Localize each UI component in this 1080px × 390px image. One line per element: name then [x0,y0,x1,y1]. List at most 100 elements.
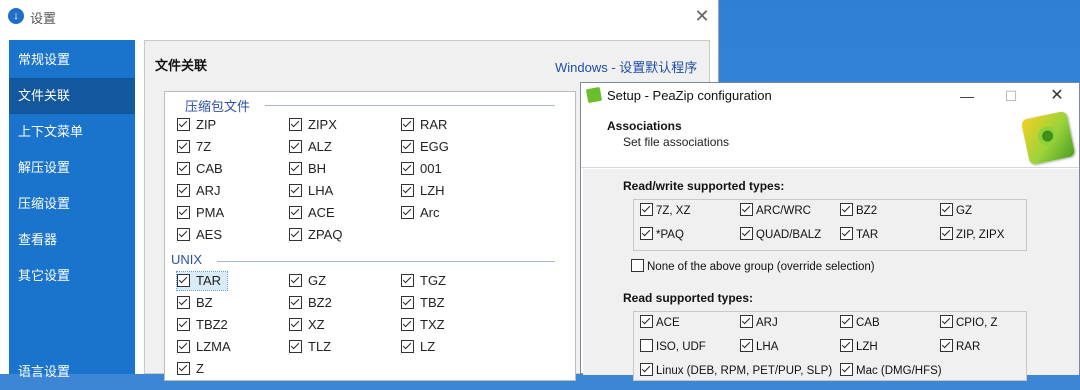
file-type-checkbox[interactable]: ACE [289,204,335,222]
rw-types-group: 7Z, XZ ARC/WRC BZ2 GZ *PAQ QUAD/BALZ TAR ZIP, Z… [633,199,1027,251]
sidebar-item-file-association[interactable]: 文件关联 [9,78,135,114]
file-type-checkbox[interactable]: TXZ [401,316,445,334]
checkbox-box [401,206,414,219]
file-type-checkbox[interactable]: CAB [840,315,880,331]
file-type-checkbox[interactable]: LHA [740,339,778,355]
sidebar-item-extract[interactable]: 解压设置 [9,150,135,186]
file-type-checkbox[interactable]: CPIO, Z [940,315,998,331]
checkbox-label: TBZ [420,295,445,310]
checkbox-box [740,203,753,216]
sidebar-item-other[interactable]: 其它设置 [9,258,135,294]
file-type-checkbox[interactable]: ZIP [177,116,216,134]
checkbox-box [940,203,953,216]
file-type-checkbox[interactable]: ARJ [177,182,221,200]
file-type-checkbox[interactable]: Arc [401,204,440,222]
file-type-checkbox[interactable]: CAB [177,160,223,178]
file-type-checkbox[interactable]: ACE [640,315,680,331]
checkbox-box [289,274,302,287]
rw-types-title: Read/write supported types: [623,179,785,193]
group-divider [265,105,555,106]
file-type-checkbox[interactable]: ZPAQ [289,226,342,244]
checkbox-box [289,340,302,353]
maximize-icon[interactable]: ☐ [999,85,1023,107]
file-type-checkbox[interactable]: QUAD/BALZ [740,227,821,243]
checkbox-label: TLZ [308,339,332,354]
file-type-checkbox[interactable]: Linux (DEB, RPM, PET/PUP, SLP) [640,363,832,379]
file-type-checkbox[interactable]: *PAQ [640,227,684,243]
sidebar-item-compress[interactable]: 压缩设置 [9,186,135,222]
file-type-checkbox[interactable]: 7Z, XZ [640,203,691,219]
file-type-checkbox[interactable]: RAR [401,116,447,134]
file-type-checkbox[interactable]: LZMA [177,338,231,356]
file-type-checkbox[interactable]: TLZ [289,338,331,356]
file-type-checkbox[interactable]: TBZ2 [177,316,228,334]
checkbox-label: ACE [308,205,335,220]
file-type-checkbox[interactable]: BH [289,160,326,178]
file-type-checkbox[interactable]: XZ [289,316,325,334]
file-type-checkbox[interactable]: TAR [840,227,878,243]
close-icon[interactable]: ✕ [1045,85,1069,107]
checkbox-box [401,296,414,309]
checkbox-label: 001 [420,161,442,176]
file-type-checkbox[interactable]: GZ [940,203,972,219]
checkbox-box [840,227,853,240]
none-above-checkbox[interactable]: None of the above group (override select… [631,259,875,275]
checkbox-label: 7Z [196,139,212,154]
file-type-checkbox[interactable]: ALZ [289,138,332,156]
file-type-checkbox[interactable]: EGG [401,138,449,156]
file-type-checkbox[interactable]: TGZ [401,272,446,290]
read-types-group: ACE ARJ CAB CPIO, Z ISO, UDF LHA LZH RAR Linux (… [633,311,1027,381]
file-type-checkbox[interactable]: AES [177,226,222,244]
file-type-checkbox[interactable]: ZIPX [289,116,337,134]
checkbox-label: XZ [308,317,325,332]
file-type-checkbox[interactable]: BZ2 [840,203,877,219]
checkbox-label: ARJ [756,317,778,329]
sidebar-item-context-menu[interactable]: 上下文菜单 [9,114,135,150]
file-type-checkbox[interactable]: LZ [401,338,435,356]
checkbox-label: CAB [856,317,880,329]
checkbox-label: ZIP, ZIPX [956,229,1005,241]
file-type-checkbox[interactable]: TAR [175,271,229,291]
file-type-checkbox[interactable]: LHA [289,182,333,200]
checkbox-label: BZ2 [856,205,878,217]
checkbox-box [740,339,753,352]
file-type-checkbox[interactable]: 7Z [177,138,211,156]
windows-default-programs-link[interactable]: Windows - 设置默认程序 [555,57,697,76]
checkbox-label: TAR [856,229,879,241]
file-type-checkbox[interactable]: RAR [940,339,980,355]
checkbox-box [177,274,190,287]
checkbox-label: ARC/WRC [756,205,811,217]
read-types-title: Read supported types: [623,291,754,305]
file-type-checkbox[interactable]: Mac (DMG/HFS) [840,363,942,379]
sidebar-item-viewer[interactable]: 查看器 [9,222,135,258]
file-type-checkbox[interactable]: Z [177,360,204,378]
associations-subheading: Set file associations [623,135,730,149]
checkbox-box [940,227,953,240]
checkbox-label: ACE [656,317,680,329]
peazip-body: Read/write supported types: 7Z, XZ ARC/WR… [583,169,1079,381]
checkbox-label: CAB [196,161,223,176]
peazip-small-icon [585,86,603,104]
file-type-checkbox[interactable]: PMA [177,204,224,222]
file-type-checkbox[interactable]: ZIP, ZIPX [940,227,1004,243]
file-type-checkbox[interactable]: ISO, UDF [640,339,706,355]
file-type-checkbox[interactable]: GZ [289,272,326,290]
file-type-checkbox[interactable]: TBZ [401,294,445,312]
file-type-checkbox[interactable]: BZ2 [289,294,332,312]
file-type-checkbox[interactable]: LZH [840,339,878,355]
checkbox-box [289,140,302,153]
close-icon[interactable]: ✕ [690,4,714,28]
minimize-icon[interactable]: — [955,85,979,107]
file-type-checkbox[interactable]: LZH [401,182,445,200]
checkbox-box [740,227,753,240]
sidebar-item-general[interactable]: 常规设置 [9,42,135,78]
file-type-checkbox[interactable]: BZ [177,294,213,312]
sidebar-item-language[interactable]: 语言设置 [9,354,135,390]
file-type-checkbox[interactable]: 001 [401,160,442,178]
file-type-list[interactable]: ▲ 压缩包文件ZIPZIPXRAR7ZALZEGGCABBH001ARJLHAL… [164,91,576,381]
file-type-checkbox[interactable]: ARJ [740,315,778,331]
checkbox-label: BZ [196,295,213,310]
file-type-checkbox[interactable]: ARC/WRC [740,203,811,219]
checkbox-box [940,339,953,352]
checkbox-label: TGZ [420,273,446,288]
